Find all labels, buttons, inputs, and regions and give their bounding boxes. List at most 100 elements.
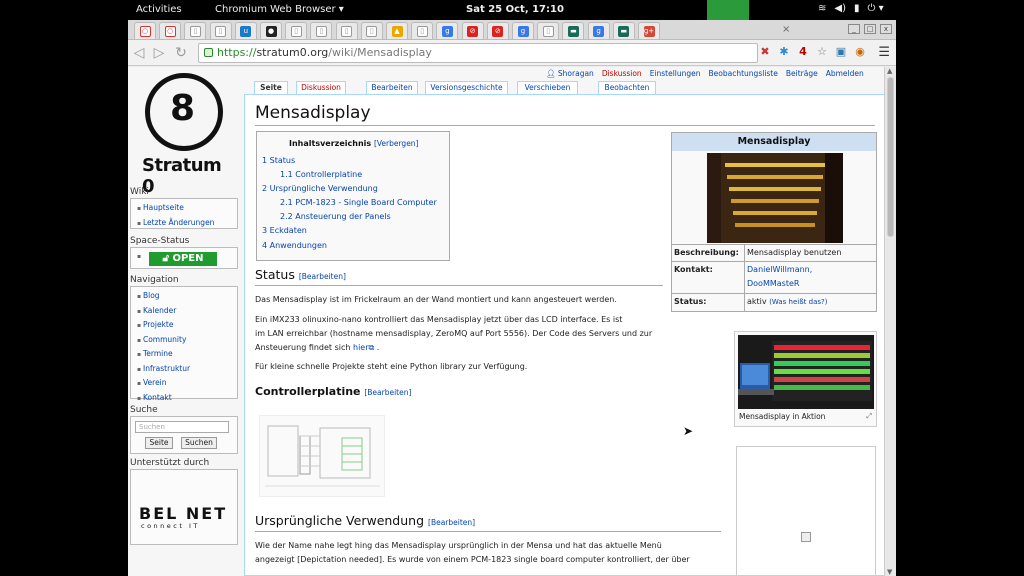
browser-tab[interactable]: ▬ [612, 22, 635, 39]
tab-versionsgeschichte[interactable]: Versionsgeschichte [425, 81, 508, 94]
address-bar[interactable]: https://stratum0.org/wiki/Mensadisplay [198, 43, 758, 63]
terminal-icon: ▬ [618, 25, 630, 37]
tab-beobachten[interactable]: Beobachten [598, 81, 656, 94]
browser-tab[interactable]: g [436, 22, 459, 39]
user-talk-link[interactable]: Diskussion [602, 69, 642, 78]
user-link[interactable]: 👤︎ Shoragan [546, 69, 594, 78]
browser-tab[interactable]: ▯ [310, 22, 333, 39]
edit-section-link[interactable]: [Bearbeiten] [364, 388, 411, 397]
toc-item[interactable]: 2.1 PCM-1823 - Single Board Computer [280, 198, 437, 207]
minimize-icon[interactable]: _ [848, 24, 860, 34]
browser-tab[interactable]: ▯ [411, 22, 434, 39]
tab-bearbeiten[interactable]: Bearbeiten [366, 81, 418, 94]
browser-tab[interactable]: ○ [159, 22, 182, 39]
sidebar-link-kalender[interactable]: Kalender [137, 304, 237, 319]
close-tab-icon[interactable]: × [782, 24, 790, 35]
space-status-badge[interactable]: 🔓︎ OPEN [149, 252, 217, 266]
toc-item[interactable]: 2 Ursprüngliche Verwendung [262, 184, 378, 193]
browser-tab[interactable]: g [512, 22, 534, 39]
scroll-down-icon[interactable]: ▼ [887, 568, 892, 576]
browser-tab[interactable]: ▯ [209, 22, 232, 39]
stratum0-logo[interactable]: 8 Stratum 0 [142, 73, 226, 197]
browser-tab[interactable]: ▯ [335, 22, 358, 39]
sidebar-link-infrastruktur[interactable]: Infrastruktur [137, 362, 237, 377]
browser-tab[interactable]: g [587, 22, 610, 39]
toc-item[interactable]: 1 Status [262, 156, 295, 165]
preferences-link[interactable]: Einstellungen [650, 69, 701, 78]
sidebar-link-hauptseite[interactable]: Hauptseite [137, 201, 237, 216]
controller-schematic-image[interactable] [259, 415, 385, 497]
sidebar-link-community[interactable]: Community [137, 333, 237, 348]
sidebar-link-kontakt[interactable]: Kontakt [137, 391, 237, 406]
status-help-link[interactable]: (Was heißt das?) [769, 298, 827, 306]
search-page-button[interactable]: Seite [145, 437, 173, 449]
browser-tab[interactable]: ⊘ [461, 22, 484, 39]
sidebar-link-projekte[interactable]: Projekte [137, 318, 237, 333]
browser-tab[interactable]: ▯ [285, 22, 308, 39]
browser-tab[interactable]: ○ [134, 22, 156, 39]
extension-icon[interactable]: ◉ [853, 45, 867, 59]
code-link[interactable]: hier [353, 343, 369, 352]
sidebar-link-verein[interactable]: Verein [137, 376, 237, 391]
menu-icon[interactable]: ☰ [878, 45, 890, 60]
extension-icon[interactable]: ▣ [834, 45, 848, 59]
toc-item[interactable]: 3 Eckdaten [262, 226, 307, 235]
maximize-icon[interactable]: □ [864, 24, 876, 34]
edit-section-link[interactable]: [Bearbeiten] [428, 518, 475, 527]
toc-hide-link[interactable]: [Verbergen] [374, 139, 419, 148]
sidebar-link-termine[interactable]: Termine [137, 347, 237, 362]
clock[interactable]: Sat 25 Oct, 17:10 [466, 4, 564, 15]
toc-item[interactable]: 4 Anwendungen [262, 241, 327, 250]
sidebar-link-recent-changes[interactable]: Letzte Änderungen [137, 216, 237, 231]
browser-tab[interactable]: ⊘ [486, 22, 509, 39]
logout-link[interactable]: Abmelden [826, 69, 864, 78]
page-icon: ▯ [290, 25, 302, 37]
scrollbar-thumb[interactable] [887, 77, 894, 237]
sidebar-search-box: Suchen Seite Suchen [130, 416, 238, 454]
edit-section-link[interactable]: [Bearbeiten] [299, 272, 346, 281]
browser-tab[interactable]: ▲ [386, 22, 408, 39]
system-tray[interactable]: ≋ ◀) ▮ ⏻ ▾ [818, 3, 884, 14]
search-button[interactable]: Suchen [181, 437, 217, 449]
forward-icon[interactable]: ▷ [150, 44, 168, 62]
contact-link[interactable]: DanielWillmann, [747, 263, 812, 277]
browser-tab[interactable]: u [234, 22, 257, 39]
browser-tab[interactable]: ● [260, 22, 282, 39]
watchlist-link[interactable]: Beobachtungsliste [709, 69, 778, 78]
mensadisplay-photo[interactable] [707, 153, 843, 243]
app-menu[interactable]: Chromium Web Browser ▾ [215, 4, 344, 15]
sponsor-logo[interactable]: BEL NET [139, 504, 227, 523]
reload-icon[interactable]: ↻ [172, 44, 190, 62]
power-icon[interactable]: ⏻ ▾ [868, 3, 884, 14]
activities-button[interactable]: Activities [136, 4, 182, 15]
toc-item[interactable]: 1.1 Controllerplatine [280, 170, 362, 179]
tab-diskussion[interactable]: Diskussion [296, 81, 346, 94]
browser-tab[interactable]: ▯ [360, 22, 383, 39]
volume-icon[interactable]: ◀) [834, 3, 846, 14]
tab-verschieben[interactable]: Verschieben [517, 81, 578, 94]
scroll-up-icon[interactable]: ▲ [887, 67, 892, 75]
browser-tab[interactable]: g+ [638, 22, 660, 39]
tab-seite[interactable]: Seite [254, 81, 288, 94]
contact-link[interactable]: DooMMasteR [747, 277, 812, 291]
translate-icon[interactable]: ✖ [758, 45, 772, 59]
browser-tab[interactable]: ▯ [537, 22, 560, 39]
back-icon[interactable]: ◁ [130, 44, 148, 62]
browser-tab[interactable]: ▯ [184, 22, 207, 39]
enlarge-icon[interactable]: ⤢ [866, 412, 872, 421]
search-input[interactable]: Suchen [135, 421, 229, 433]
extension-counter[interactable]: 4 [796, 45, 810, 59]
contributions-link[interactable]: Beiträge [786, 69, 818, 78]
browser-tab[interactable]: ▬ [562, 22, 585, 39]
star-icon[interactable]: ☆ [815, 45, 829, 59]
display-in-action-photo[interactable] [738, 335, 874, 409]
sidebar-link-blog[interactable]: Blog [137, 289, 237, 304]
page-scrollbar[interactable]: ▲ ▼ [884, 67, 896, 576]
image-placeholder [736, 446, 876, 575]
battery-icon[interactable]: ▮ [854, 3, 860, 14]
sidebar-navigation-title: Navigation [130, 275, 179, 285]
close-window-icon[interactable]: x [880, 24, 892, 34]
toc-item[interactable]: 2.2 Ansteuerung der Panels [280, 212, 391, 221]
puzzle-icon[interactable]: ✱ [777, 45, 791, 59]
wifi-icon[interactable]: ≋ [818, 3, 826, 14]
